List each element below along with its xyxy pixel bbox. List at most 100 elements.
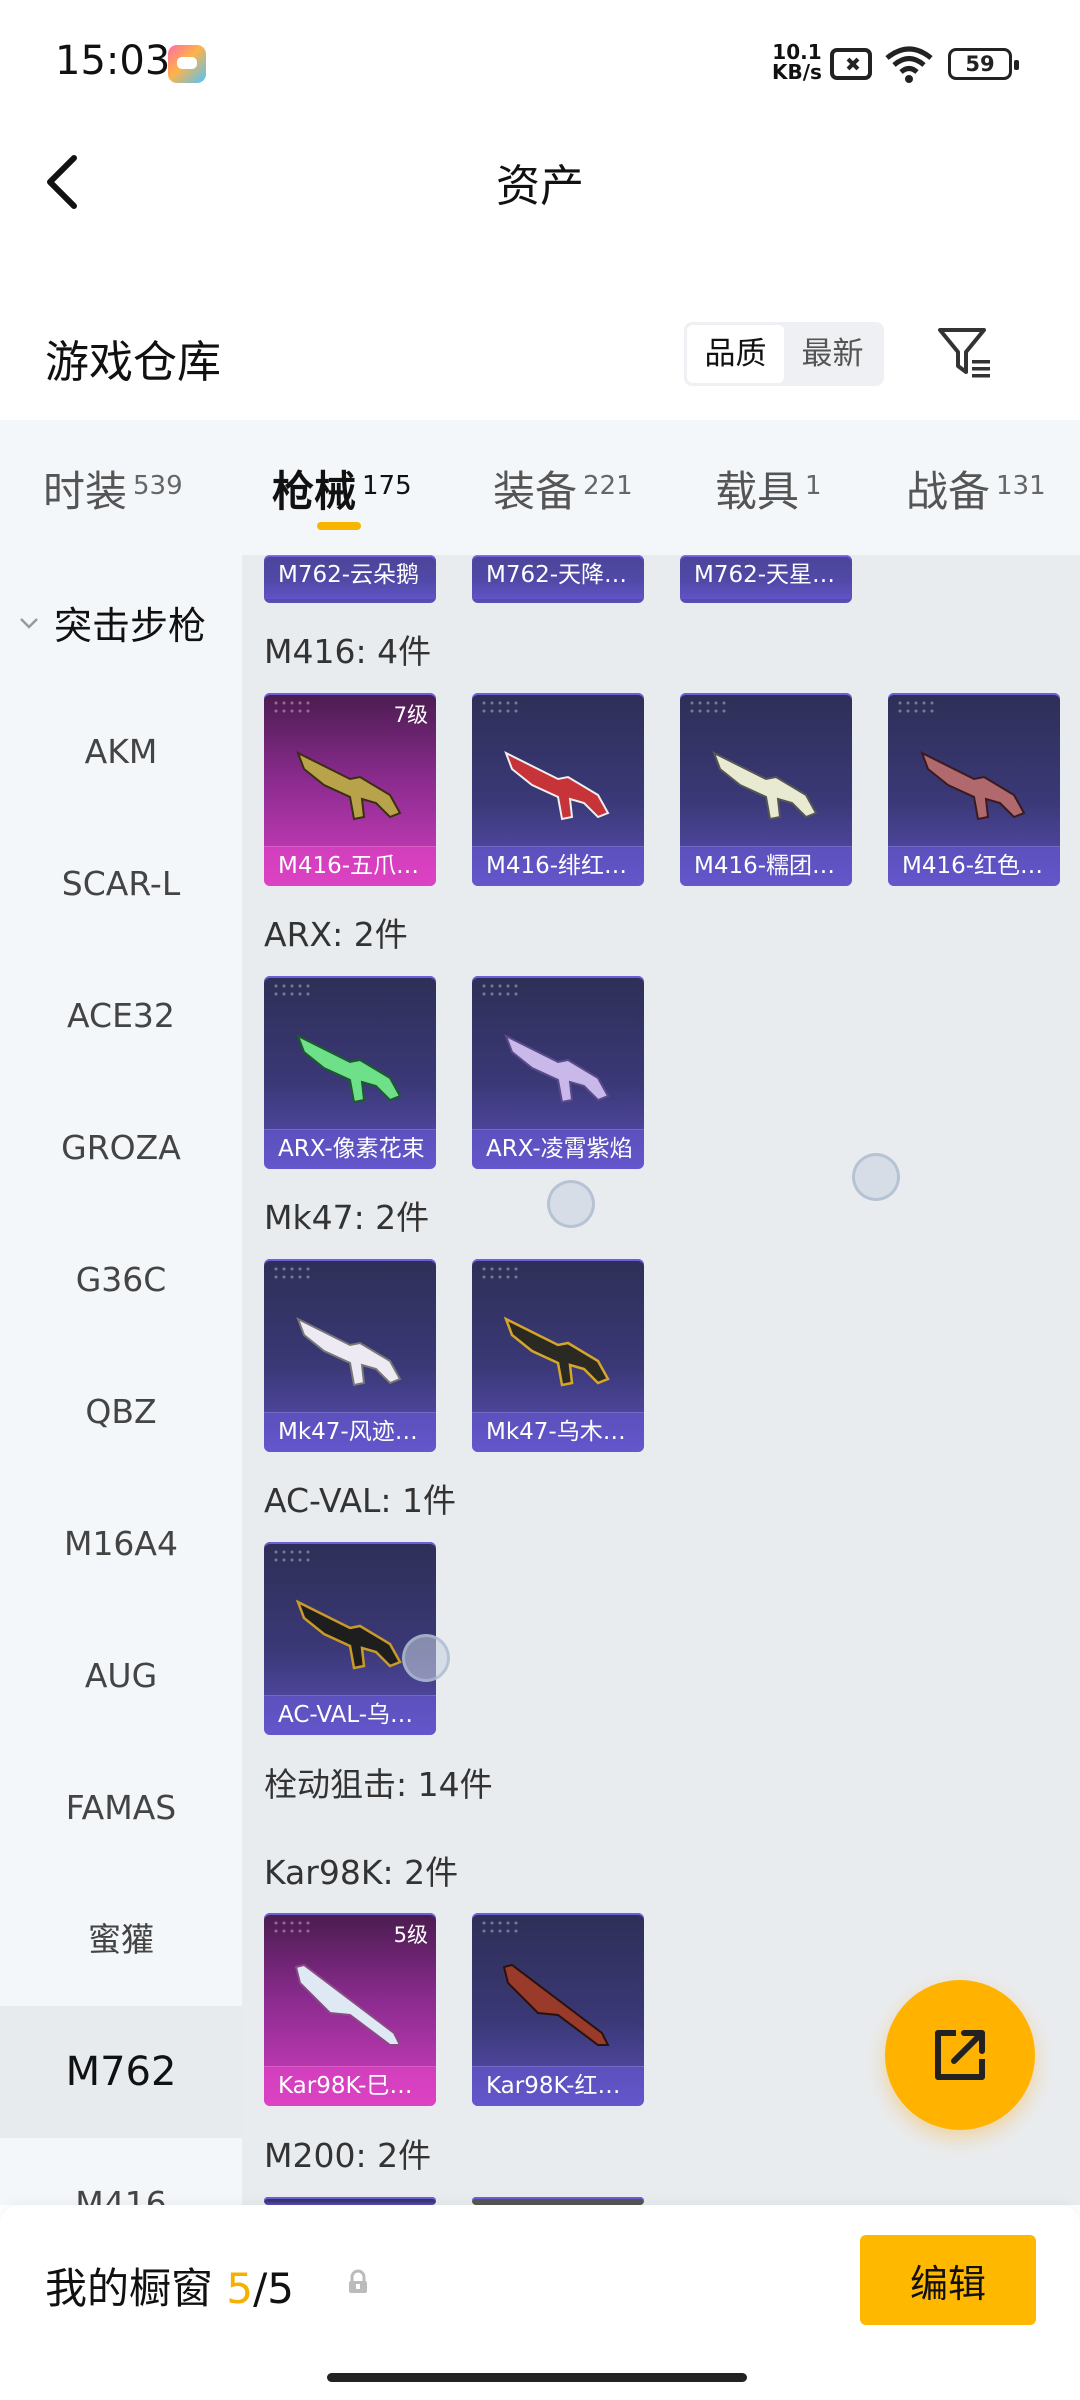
weapon-card[interactable]: M762-云朵鹅	[264, 555, 436, 603]
rifle-icon	[712, 750, 818, 821]
network-speed-unit: KB/s	[772, 60, 822, 84]
weapon-card-name: M762-天星…	[680, 555, 852, 599]
clock: 15:03	[55, 38, 171, 84]
card-dot-pattern	[480, 982, 520, 1000]
section-title-kar98k: Kar98K: 2件	[264, 1853, 459, 1892]
sidebar-group-label: 突击步枪	[54, 604, 207, 648]
sort-quality-button[interactable]: 品质	[687, 325, 784, 383]
share-button[interactable]	[885, 1980, 1035, 2130]
weapon-card[interactable]: Mk47-乌木…	[472, 1259, 644, 1452]
weapon-level-badge: 7级	[393, 703, 428, 727]
status-bar: 15:03 10.1 KB/s 59	[0, 0, 1080, 130]
card-dot-pattern	[272, 1919, 312, 1937]
weapon-card[interactable]: M762-天降…	[472, 555, 644, 603]
weapon-card[interactable]: M416-红色…	[888, 693, 1060, 886]
weapon-card-name: ARX-像素花束	[264, 1129, 436, 1169]
warehouse-title: 游戏仓库	[45, 337, 221, 388]
tab-equipment[interactable]: 装备 221	[493, 458, 633, 519]
weapon-card-name: M416-糯团…	[680, 846, 852, 886]
tab-label: 装备	[493, 467, 578, 516]
game-app-icon	[168, 45, 206, 83]
weapon-card[interactable]: Mk47-风迹…	[264, 1259, 436, 1452]
sidebar-item-akm[interactable]: AKM	[0, 686, 242, 818]
card-dot-pattern	[480, 1265, 520, 1283]
weapon-card-name: Kar98K-巳…	[264, 2066, 436, 2106]
weapon-card-name: M416-绯红…	[472, 846, 644, 886]
network-speed: 10.1 KB/s	[772, 42, 822, 82]
section-title-arx: ARX: 2件	[264, 915, 408, 954]
card-dot-pattern	[480, 699, 520, 717]
weapon-card[interactable]: M416-绯红…	[472, 693, 644, 886]
sidebar-item-m16a4[interactable]: M16A4	[0, 1478, 242, 1610]
sidebar-item-g36c[interactable]: G36C	[0, 1214, 242, 1346]
wifi-icon	[885, 46, 933, 83]
tab-count: 1	[805, 471, 822, 501]
sidebar-item-qbz[interactable]: QBZ	[0, 1346, 242, 1478]
tab-label: 时装	[43, 467, 128, 516]
section-title-m200: M200: 2件	[264, 2136, 432, 2175]
weapon-card-name: M762-云朵鹅	[264, 555, 436, 599]
sidebar-item-ace32[interactable]: ACE32	[0, 950, 242, 1082]
weapon-card-name: ARX-凌霄紫焰	[472, 1129, 644, 1169]
sort-newest-button[interactable]: 最新	[784, 325, 881, 383]
sidebar-item-aug[interactable]: AUG	[0, 1610, 242, 1742]
tab-fashion[interactable]: 时装 539	[43, 458, 183, 519]
weapon-card[interactable]: ARX-凌霄紫焰	[472, 976, 644, 1169]
rifle-icon	[296, 750, 402, 821]
weapon-card[interactable]	[472, 2197, 644, 2205]
weapon-card-name: M416-红色…	[888, 846, 1060, 886]
weapon-card[interactable]: M762-天星…	[680, 555, 852, 603]
tab-vehicles[interactable]: 载具 1	[715, 458, 822, 519]
showcase-separator: /	[253, 2264, 268, 2313]
showcase-used-count: 5	[226, 2264, 254, 2313]
weapon-card[interactable]	[264, 2197, 436, 2205]
sidebar-group-assault-rifle[interactable]: 突击步枪	[18, 595, 206, 650]
touch-indicator	[402, 1634, 450, 1682]
showcase-total-count: 5	[267, 2264, 294, 2313]
share-icon	[935, 2030, 985, 2080]
tab-guns[interactable]: 枪械 175	[272, 458, 412, 519]
warehouse-header: 游戏仓库 品质 最新	[0, 300, 1080, 410]
sort-toggle: 品质 最新	[684, 322, 884, 386]
sidebar-item-scar-l[interactable]: SCAR-L	[0, 818, 242, 950]
tab-count: 131	[996, 471, 1046, 501]
sniper-rifle-icon	[294, 1963, 402, 2046]
active-tab-indicator	[317, 522, 361, 530]
weapon-card[interactable]: 5级 Kar98K-巳…	[264, 1913, 436, 2106]
filter-icon[interactable]	[936, 326, 994, 382]
weapon-card-name: Kar98K-红…	[472, 2066, 644, 2106]
weapon-card-name: AC-VAL-乌…	[264, 1695, 436, 1735]
weapon-card[interactable]: Kar98K-红…	[472, 1913, 644, 2106]
category-tabs: 时装 539 枪械 175 装备 221 载具 1 战备 131	[0, 420, 1080, 555]
weapon-type-sidebar: 突击步枪 AKM SCAR-L ACE32 GROZA G36C QBZ M16…	[0, 555, 242, 2205]
tab-label: 战备	[906, 467, 991, 516]
touch-indicator	[547, 1180, 595, 1228]
chevron-down-icon	[20, 617, 38, 629]
weapon-card-name: Mk47-风迹…	[264, 1412, 436, 1452]
rifle-icon	[504, 750, 610, 821]
sidebar-item-m762[interactable]: M762	[0, 2006, 242, 2138]
rifle-icon	[503, 1316, 610, 1387]
showcase-bar: 我的橱窗 5/5 编辑	[0, 2205, 1080, 2400]
tab-count: 539	[133, 471, 183, 501]
lock-icon	[349, 2269, 367, 2293]
weapon-card[interactable]: M416-糯团…	[680, 693, 852, 886]
showcase-title: 我的橱窗	[45, 2264, 214, 2313]
card-dot-pattern	[272, 1548, 312, 1566]
sidebar-item-honey-badger[interactable]: 蜜獾	[0, 1874, 242, 2006]
tab-combat-gear[interactable]: 战备 131	[906, 458, 1046, 519]
sidebar-item-groza[interactable]: GROZA	[0, 1082, 242, 1214]
sidebar-item-m416[interactable]: M416	[0, 2138, 242, 2205]
card-dot-pattern	[480, 1919, 520, 1937]
weapon-card[interactable]: ARX-像素花束	[264, 976, 436, 1169]
weapon-grid: M762-云朵鹅 M762-天降… M762-天星… M416: 4件 7级 M…	[242, 555, 1080, 2205]
edit-button[interactable]: 编辑	[860, 2235, 1036, 2325]
rifle-icon	[920, 750, 1026, 821]
sidebar-item-famas[interactable]: FAMAS	[0, 1742, 242, 1874]
touch-indicator	[852, 1153, 900, 1201]
section-title-m416: M416: 4件	[264, 632, 432, 671]
weapon-card[interactable]: 7级 M416-五爪…	[264, 693, 436, 886]
weapon-card-name: Mk47-乌木…	[472, 1412, 644, 1452]
tab-count: 221	[583, 471, 633, 501]
home-indicator[interactable]	[327, 2373, 747, 2382]
